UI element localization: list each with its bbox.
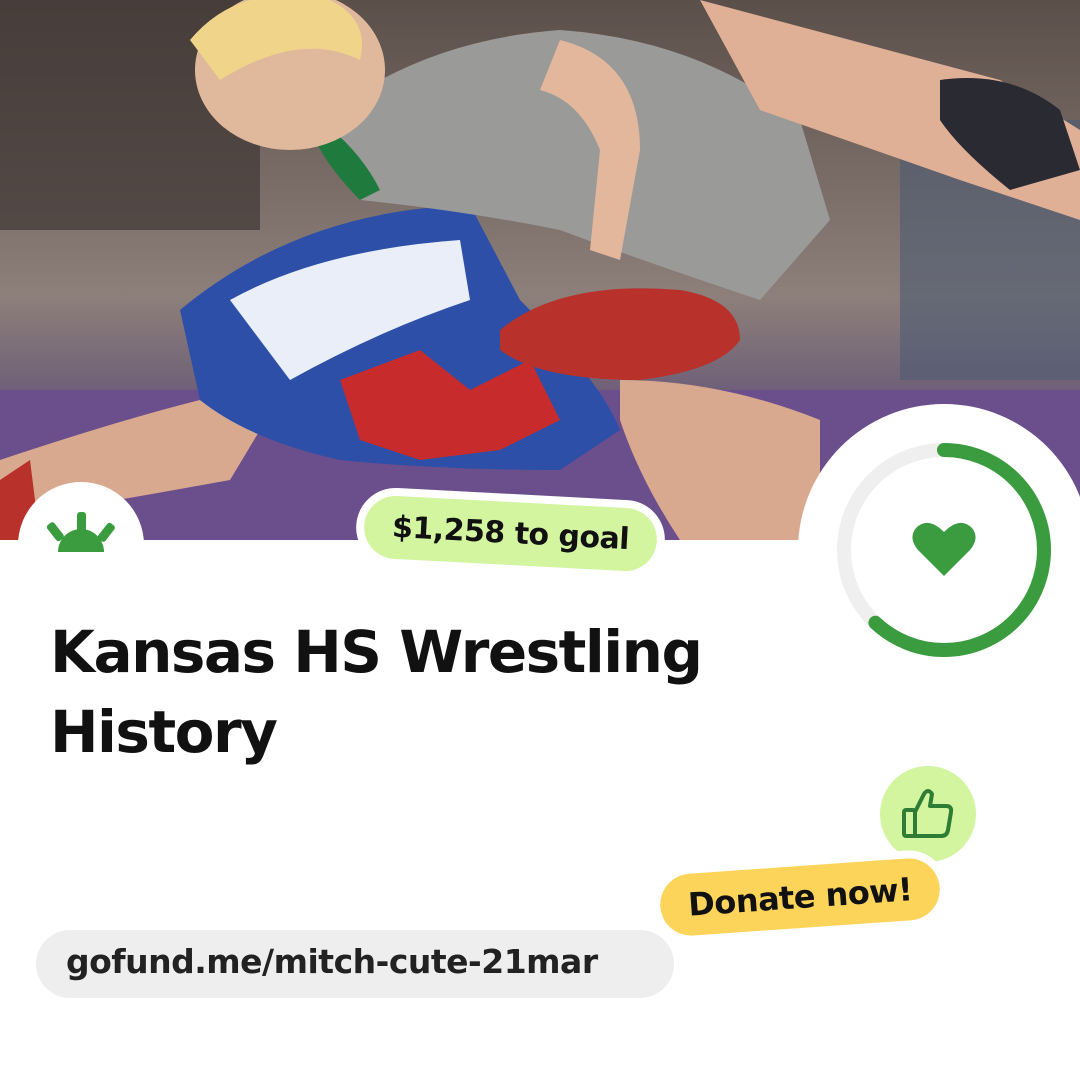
thumbs-up-icon — [902, 789, 954, 838]
share-url[interactable]: gofund.me/mitch-cute-21mar — [36, 930, 674, 998]
goal-badge: $1,258 to goal — [354, 485, 668, 582]
heart-icon — [912, 522, 976, 576]
goal-label: $1,258 to goal — [362, 494, 659, 573]
share-url-label: gofund.me/mitch-cute-21mar — [66, 942, 598, 981]
gofundme-sunrise-icon — [46, 512, 115, 552]
thumbs-up-badge[interactable] — [880, 766, 976, 862]
logo-badge[interactable] — [18, 482, 144, 608]
progress-ring-graphic — [837, 443, 1051, 657]
donate-label: Donate now! — [658, 856, 943, 938]
campaign-title: Kansas HS Wrestling History — [50, 618, 703, 766]
progress-ring — [798, 404, 1080, 696]
